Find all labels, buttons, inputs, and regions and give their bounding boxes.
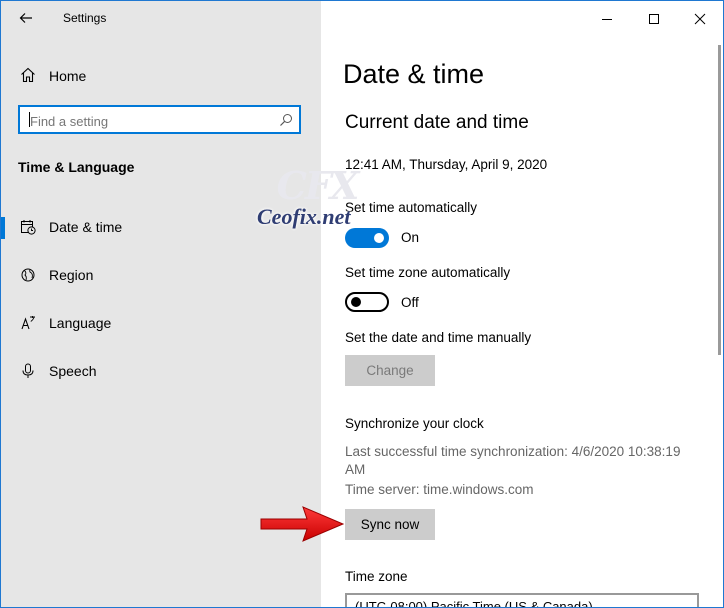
current-date-heading: Current date and time xyxy=(345,112,529,133)
microphone-icon xyxy=(19,362,37,380)
close-button[interactable] xyxy=(690,9,710,29)
close-icon xyxy=(694,13,706,25)
set-tz-auto-label: Set time zone automatically xyxy=(345,265,511,280)
settings-window: Settings Home Time & Language xyxy=(0,0,724,608)
search-input[interactable] xyxy=(28,111,272,131)
active-indicator xyxy=(1,217,5,239)
time-zone-value: (UTC-08:00) Pacific Time (US & Canada) xyxy=(355,599,593,608)
set-time-auto-state: On xyxy=(401,230,420,245)
sidebar-item-label: Language xyxy=(49,315,112,331)
sidebar-item-label: Speech xyxy=(49,363,97,379)
sidebar-item-label: Region xyxy=(49,267,94,283)
page-title: Date & time xyxy=(343,59,485,89)
toggle-knob xyxy=(351,297,361,307)
watermark-logo: CFX xyxy=(276,163,360,208)
red-arrow-icon xyxy=(260,506,345,542)
back-button[interactable] xyxy=(15,7,37,29)
sidebar-item-speech[interactable]: Speech xyxy=(1,351,321,391)
last-sync-line2: AM xyxy=(345,462,366,477)
language-icon xyxy=(19,314,37,332)
sidebar-item-region[interactable]: Region xyxy=(1,255,321,295)
time-server-text: Time server: time.windows.com xyxy=(345,482,534,497)
minimize-icon xyxy=(602,19,612,20)
back-arrow-icon xyxy=(19,13,32,23)
scrollbar[interactable] xyxy=(718,45,721,355)
nav-home-label: Home xyxy=(49,68,87,84)
change-button[interactable]: Change xyxy=(345,355,435,386)
watermark: CFX Ceofix.net xyxy=(257,163,397,239)
window-title: Settings xyxy=(63,11,107,25)
calendar-clock-icon xyxy=(19,218,37,236)
search-icon[interactable] xyxy=(279,113,293,127)
sidebar-item-language[interactable]: Language xyxy=(1,303,321,343)
home-icon xyxy=(19,66,37,84)
time-zone-label: Time zone xyxy=(345,569,408,584)
time-zone-dropdown[interactable]: (UTC-08:00) Pacific Time (US & Canada) xyxy=(345,593,699,608)
globe-icon xyxy=(19,266,37,284)
set-tz-auto-state: Off xyxy=(401,295,419,310)
watermark-text: Ceofix.net xyxy=(257,204,351,229)
nav-home[interactable]: Home xyxy=(1,59,321,91)
sync-now-button[interactable]: Sync now xyxy=(345,509,435,540)
search-box[interactable] xyxy=(18,105,301,134)
maximize-icon xyxy=(649,14,659,24)
maximize-button[interactable] xyxy=(644,9,664,29)
section-header: Time & Language xyxy=(18,159,135,175)
main-content: Date & time Current date and time 12:41 … xyxy=(321,1,723,607)
last-sync-line1: Last successful time synchronization: 4/… xyxy=(345,444,681,459)
sync-heading: Synchronize your clock xyxy=(345,416,484,431)
set-tz-auto-toggle[interactable] xyxy=(345,292,389,312)
minimize-button[interactable] xyxy=(597,9,617,29)
manual-label: Set the date and time manually xyxy=(345,330,532,345)
sidebar-item-label: Date & time xyxy=(49,219,123,235)
